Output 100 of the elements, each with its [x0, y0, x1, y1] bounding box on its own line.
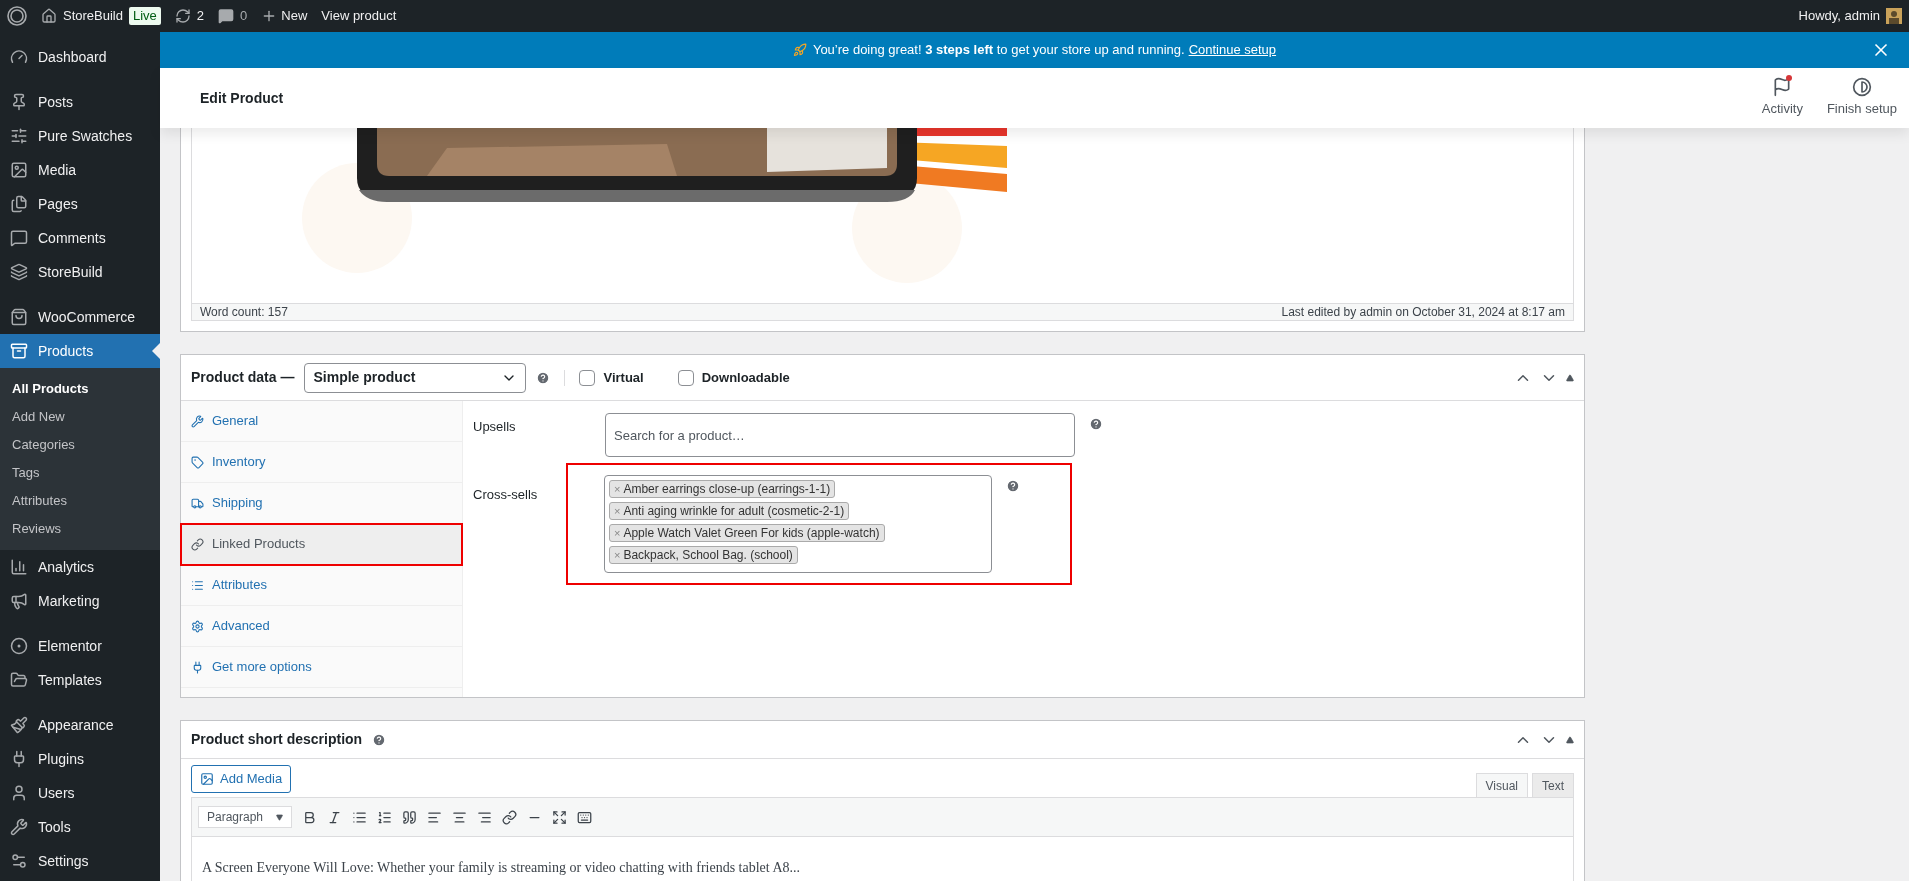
sidebar-item[interactable]: Elementor	[0, 629, 160, 663]
product-chip: × Anti aging wrinkle for adult (cosmetic-2-1)	[609, 502, 850, 520]
sidebar-item[interactable]: Appearance	[0, 708, 160, 742]
sidebar-item[interactable]: Products	[0, 334, 160, 368]
word-count: Word count: 157	[200, 304, 288, 321]
new-link[interactable]: New	[281, 6, 308, 26]
media-icon	[200, 772, 214, 786]
editor-tab[interactable]: Text	[1532, 773, 1574, 797]
submenu-item[interactable]: Reviews	[0, 515, 160, 543]
brush-icon	[10, 716, 28, 734]
sidebar-item[interactable]: Marketing	[0, 584, 160, 618]
sidebar-item[interactable]: Tools	[0, 810, 160, 844]
folder-icon	[10, 671, 28, 689]
panel-title: Product short description	[191, 730, 363, 749]
product-data-tab[interactable]: General	[181, 401, 462, 442]
checkbox[interactable]	[677, 369, 694, 386]
submenu-item[interactable]: All Products	[0, 375, 160, 403]
upsells-field[interactable]: Search for a product…	[605, 413, 1075, 457]
editor-tab[interactable]: Visual	[1475, 773, 1528, 797]
panel-title: Product data —	[191, 368, 295, 387]
home-icon	[41, 8, 57, 24]
user-icon	[10, 784, 28, 802]
header-action[interactable]: Activity	[1761, 77, 1803, 119]
avatar-icon	[1886, 8, 1902, 24]
product-chip: × Backpack, School Bag. (school)	[609, 546, 798, 564]
help-icon[interactable]	[1089, 417, 1103, 431]
caret-icon	[276, 813, 283, 821]
product-data-tab[interactable]: Attributes	[181, 565, 462, 606]
checkbox[interactable]	[579, 369, 596, 386]
help-icon[interactable]	[536, 370, 551, 385]
updates-icon[interactable]	[174, 8, 191, 24]
link-icon	[191, 537, 204, 551]
current-pointer-icon	[152, 343, 160, 359]
layers-icon	[10, 263, 28, 281]
wrench-icon	[10, 818, 28, 836]
italic-icon[interactable]	[327, 809, 342, 825]
sidebar-item[interactable]: Pure Swatches	[0, 119, 160, 153]
product-data-tab[interactable]: Get more options	[181, 647, 462, 688]
bar-chart-icon	[10, 558, 28, 576]
product-type-select[interactable]: Simple product	[304, 362, 527, 393]
sidebar-item[interactable]: StoreBuild	[0, 255, 160, 289]
sidebar-item[interactable]: Templates	[0, 663, 160, 697]
comment-icon[interactable]	[218, 8, 235, 24]
notice-text: You’re doing great! 3 steps left to get your store up and running.	[812, 41, 1185, 60]
sidebar-item[interactable]: Dashboard	[0, 40, 160, 74]
help-icon[interactable]	[372, 732, 387, 747]
view-product-link[interactable]: View product	[321, 6, 397, 26]
pin-icon	[10, 93, 28, 111]
sidebar-item[interactable]: Media	[0, 153, 160, 187]
sidebar-item[interactable]: Posts	[0, 85, 160, 119]
product-chip: × Apple Watch Valet Green For kids (apple-watch)	[609, 524, 885, 542]
numbered-list-icon[interactable]	[377, 809, 392, 825]
checkbox-label: Downloadable	[701, 368, 790, 387]
help-icon[interactable]	[1006, 479, 1020, 493]
list-icon	[191, 578, 204, 592]
greeting[interactable]: Howdy, admin	[1798, 6, 1880, 26]
pages-icon	[10, 195, 28, 213]
submenu-item[interactable]: Tags	[0, 459, 160, 487]
add-media-button[interactable]: Add Media	[191, 765, 292, 793]
tag-icon	[191, 455, 204, 469]
submenu-item[interactable]: Attributes	[0, 487, 160, 515]
collapse-icon[interactable]	[1566, 735, 1574, 744]
half-circle-icon	[1851, 77, 1872, 98]
sidebar-item[interactable]: Pages	[0, 187, 160, 221]
sidebar-item[interactable]: Analytics	[0, 550, 160, 584]
settings-icon	[191, 619, 204, 633]
checkbox-label: Virtual	[603, 368, 644, 387]
settings-icon	[10, 852, 28, 870]
product-data-tab[interactable]: Advanced	[181, 606, 462, 647]
sidebar-item[interactable]: WooCommerce	[0, 300, 160, 334]
continue-setup-link[interactable]: Continue setup	[1188, 40, 1277, 60]
product-data-tab[interactable]: Inventory	[181, 442, 462, 483]
product-data-tab[interactable]: Linked Products	[181, 524, 462, 565]
bold-icon[interactable]	[302, 809, 317, 825]
field-label: Cross-sells	[473, 486, 539, 504]
logo-icon	[7, 6, 27, 26]
bullet-list-icon[interactable]	[352, 809, 367, 825]
truck-icon	[191, 496, 204, 510]
comments-count: 0	[240, 7, 248, 26]
sidebar-item[interactable]: Settings	[0, 844, 160, 878]
megaphone-icon	[10, 592, 28, 610]
sidebar-item[interactable]: Comments	[0, 221, 160, 255]
sidebar-item[interactable]: Plugins	[0, 742, 160, 776]
updates-count: 2	[196, 7, 205, 26]
align-center-icon[interactable]	[452, 809, 467, 825]
quote-icon[interactable]	[402, 809, 417, 825]
fullscreen-icon[interactable]	[552, 809, 567, 825]
header-action[interactable]: Finish setup	[1826, 77, 1897, 119]
link-icon[interactable]	[502, 809, 517, 825]
wrench-icon	[191, 414, 204, 428]
collapse-icon[interactable]	[1566, 373, 1574, 382]
sidebar-item[interactable]: Users	[0, 776, 160, 810]
submenu-item[interactable]: Add New	[0, 403, 160, 431]
align-left-icon[interactable]	[427, 809, 442, 825]
site-link[interactable]: StoreBuild	[63, 6, 123, 26]
format-select[interactable]: Paragraph	[198, 806, 292, 828]
keyboard-icon[interactable]	[577, 809, 592, 825]
submenu-item[interactable]: Categories	[0, 431, 160, 459]
product-chip: × Amber earrings close-up (earrings-1-1)	[609, 480, 836, 498]
align-right-icon[interactable]	[477, 809, 492, 825]
